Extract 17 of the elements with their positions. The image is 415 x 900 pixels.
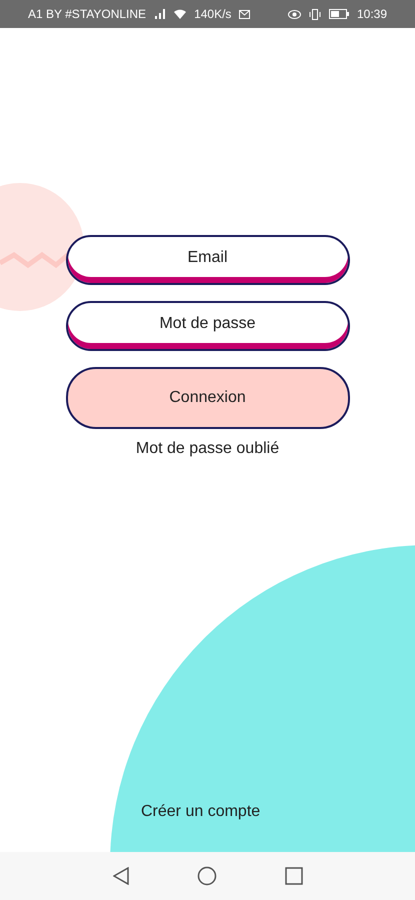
create-account-link[interactable]: Créer un compte (141, 800, 260, 824)
wifi-icon (174, 9, 186, 19)
email-field[interactable]: Email (66, 235, 350, 285)
network-speed: 140K/s (194, 6, 232, 23)
forgot-password-link[interactable]: Mot de passe oublié (136, 437, 280, 461)
login-button[interactable]: Connexion (66, 367, 350, 429)
password-field[interactable]: Mot de passe (66, 301, 350, 351)
home-icon[interactable] (196, 866, 216, 886)
recents-icon[interactable] (284, 867, 302, 885)
mail-icon (239, 10, 250, 18)
signal-icon (154, 9, 166, 19)
clock: 10:39 (356, 6, 387, 23)
carrier-name: A1 BY #STAYONLINE (28, 6, 146, 23)
vibrate-icon (308, 8, 321, 20)
battery-icon (328, 9, 349, 19)
back-icon[interactable] (112, 867, 128, 885)
eye-icon (288, 10, 301, 18)
